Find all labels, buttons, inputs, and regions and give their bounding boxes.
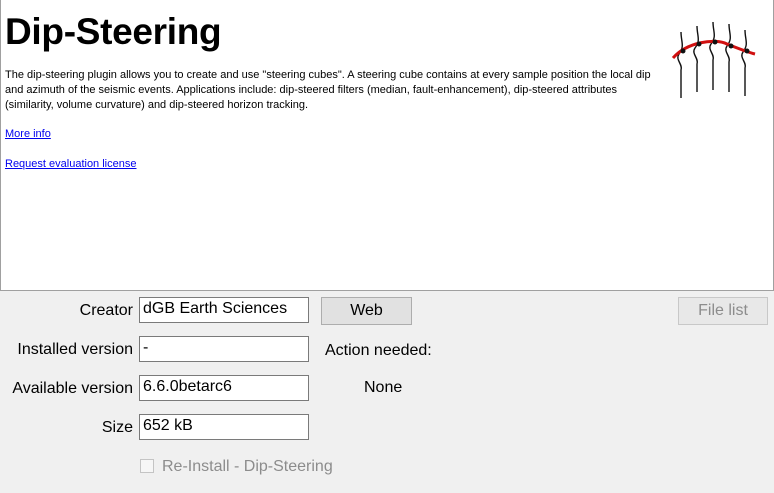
plugin-description: The dip-steering plugin allows you to cr… xyxy=(5,69,651,111)
available-version-label: Available version xyxy=(12,380,133,397)
reinstall-label: Re-Install - Dip-Steering xyxy=(162,458,333,475)
plugin-title: Dip-Steering xyxy=(5,11,222,52)
installed-version-label: Installed version xyxy=(17,341,133,358)
action-needed-label: Action needed: xyxy=(325,342,432,359)
action-needed-value: None xyxy=(364,379,403,396)
creator-field[interactable]: dGB Earth Sciences xyxy=(139,297,309,323)
file-list-button[interactable]: File list xyxy=(678,297,768,325)
available-version-field[interactable]: 6.6.0betarc6 xyxy=(139,375,309,401)
creator-label: Creator xyxy=(79,302,133,319)
dip-steering-logo-icon xyxy=(671,21,756,98)
more-info-link[interactable]: More info xyxy=(5,128,51,140)
size-field[interactable]: 652 kB xyxy=(139,414,309,440)
size-label: Size xyxy=(101,419,133,436)
plugin-info-panel: Dip-Steering The dip-steering plugin all… xyxy=(0,0,774,291)
request-license-link[interactable]: Request evaluation license xyxy=(5,158,136,170)
installed-version-field[interactable]: - xyxy=(139,336,309,362)
web-button[interactable]: Web xyxy=(321,297,412,325)
reinstall-checkbox[interactable] xyxy=(140,459,154,473)
